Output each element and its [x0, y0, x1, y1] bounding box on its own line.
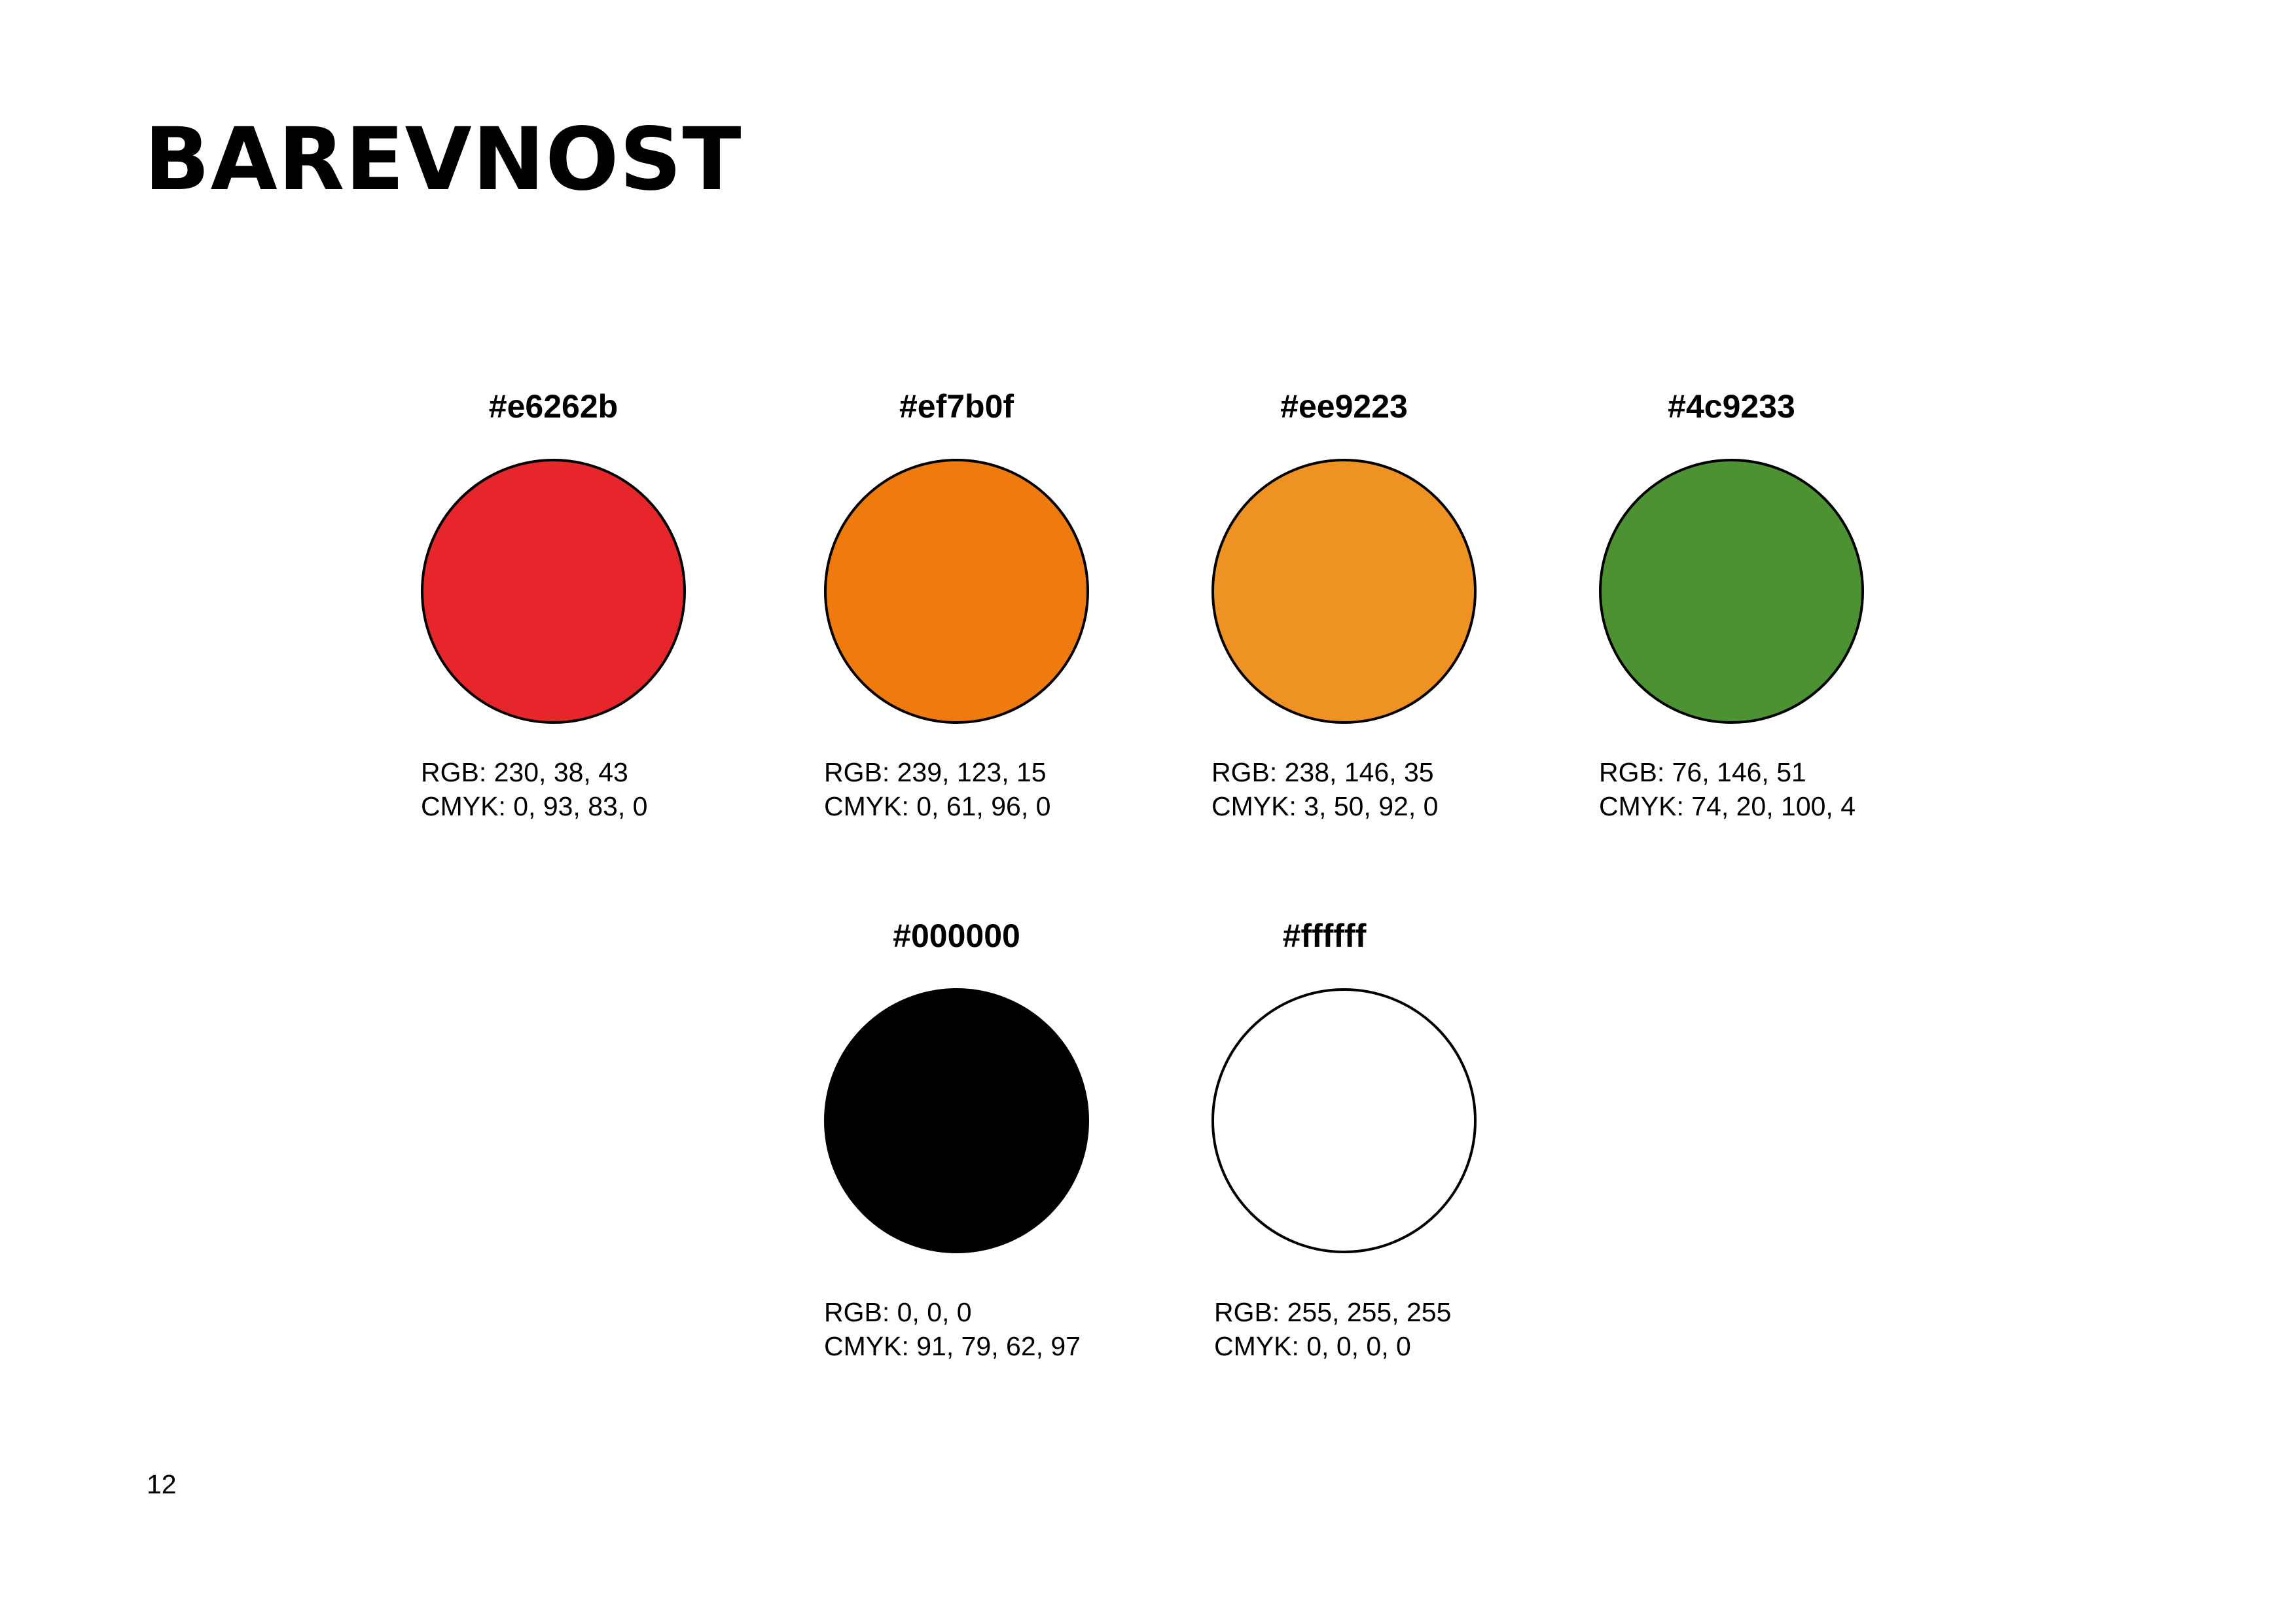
rgb-value: RGB: 255, 255, 255 [1214, 1297, 1452, 1327]
swatch-red: #e6262b RGB: 230, 38, 43 CMYK: 0, 93, 83… [421, 388, 735, 821]
rgb-value: RGB: 230, 38, 43 [421, 757, 628, 787]
color-values: RGB: 76, 146, 51 CMYK: 74, 20, 100, 4 [1599, 755, 1913, 823]
swatch-orange: #ef7b0f RGB: 239, 123, 15 CMYK: 0, 61, 9… [824, 388, 1138, 821]
color-values: RGB: 0, 0, 0 CMYK: 91, 79, 62, 97 [824, 1295, 1138, 1363]
color-values: RGB: 238, 146, 35 CMYK: 3, 50, 92, 0 [1211, 755, 1526, 823]
rgb-value: RGB: 239, 123, 15 [824, 757, 1047, 787]
swatch-green: #4c9233 RGB: 76, 146, 51 CMYK: 74, 20, 1… [1599, 388, 1913, 821]
swatch-white: #ffffff RGB: 255, 255, 255 CMYK: 0, 0, 0… [1211, 919, 1526, 1361]
swatch-hex-label: #4c9233 [1668, 388, 1795, 425]
color-values: RGB: 230, 38, 43 CMYK: 0, 93, 83, 0 [421, 755, 735, 823]
cmyk-value: CMYK: 3, 50, 92, 0 [1211, 791, 1439, 821]
page-title: BAREVNOST [144, 109, 742, 210]
cmyk-value: CMYK: 0, 93, 83, 0 [421, 791, 648, 821]
page-number: 12 [147, 1469, 177, 1499]
cmyk-value: CMYK: 91, 79, 62, 97 [824, 1331, 1081, 1361]
swatch-hex-label: #000000 [893, 918, 1020, 954]
swatch-hex-label: #ffffff [1282, 918, 1367, 954]
rgb-value: RGB: 0, 0, 0 [824, 1297, 972, 1327]
rgb-value: RGB: 76, 146, 51 [1599, 757, 1806, 787]
swatch-black: #000000 RGB: 0, 0, 0 CMYK: 91, 79, 62, 9… [824, 918, 1138, 1361]
cmyk-value: CMYK: 74, 20, 100, 4 [1599, 791, 1856, 821]
color-circle [1599, 459, 1864, 724]
color-circle [421, 459, 686, 724]
swatch-hex-label: #ee9223 [1280, 388, 1408, 425]
swatch-hex-label: #ef7b0f [899, 388, 1014, 425]
color-circle [824, 988, 1089, 1253]
swatch-hex-label: #e6262b [488, 388, 619, 425]
swatch-light-orange: #ee9223 RGB: 238, 146, 35 CMYK: 3, 50, 9… [1211, 388, 1526, 821]
color-circle [1211, 459, 1477, 724]
cmyk-value: CMYK: 0, 0, 0, 0 [1214, 1331, 1411, 1361]
color-values: RGB: 239, 123, 15 CMYK: 0, 61, 96, 0 [824, 755, 1138, 823]
rgb-value: RGB: 238, 146, 35 [1211, 757, 1434, 787]
color-values: RGB: 255, 255, 255 CMYK: 0, 0, 0, 0 [1214, 1295, 1528, 1363]
cmyk-value: CMYK: 0, 61, 96, 0 [824, 791, 1051, 821]
color-circle [1211, 988, 1477, 1253]
color-circle [824, 459, 1089, 724]
